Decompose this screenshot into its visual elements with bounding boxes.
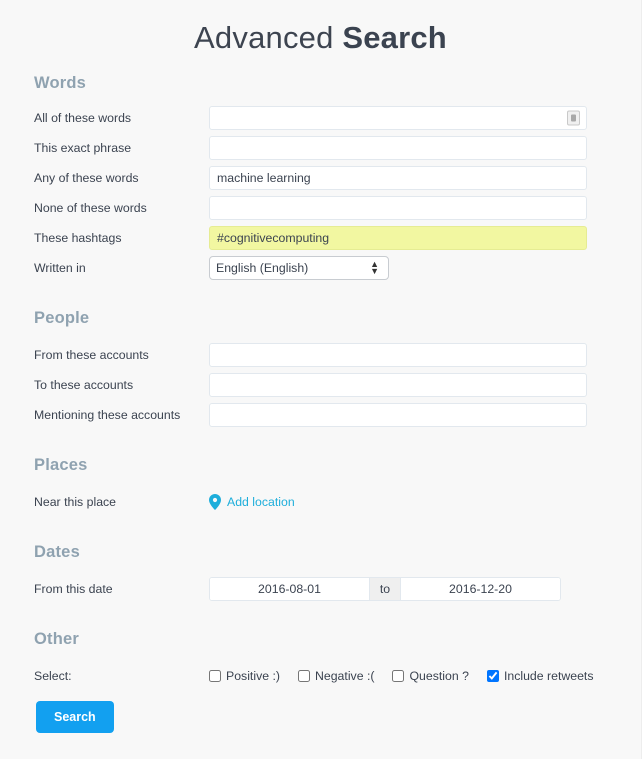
add-location-link[interactable]: Add location [209,494,295,510]
label-from-these-accounts: From these accounts [34,347,149,362]
map-pin-icon [209,494,221,510]
form-row-these-hashtags: These hashtags [34,223,641,253]
checkbox-negative[interactable]: Negative :( [298,669,374,683]
checkbox-include-retweets-input[interactable] [486,670,499,682]
form-row-from-this-date: From this date to [34,574,641,604]
form-row-select-filters: Select: Positive :) Negative :( Question… [34,661,641,691]
form-row-all-of-these-words: All of these words [34,103,641,133]
section-heading-places: Places [34,456,88,474]
label-all-of-these-words: All of these words [34,110,132,125]
section-heading-other: Other [34,630,80,648]
checkbox-question-input[interactable] [392,670,405,682]
input-this-exact-phrase[interactable] [209,136,587,160]
form-row-mentioning-these-accounts: Mentioning these accounts [34,400,641,430]
date-range-separator: to [369,578,401,600]
input-date-from[interactable] [210,578,369,600]
checkbox-question[interactable]: Question ? [392,669,469,683]
label-written-in: Written in [34,260,86,275]
checkbox-question-label: Question ? [409,669,469,683]
input-mentioning-these-accounts[interactable] [209,403,587,427]
checkbox-positive-input[interactable] [209,670,221,682]
advanced-search-page: Advanced Search Words All of these words… [0,0,642,759]
checkbox-include-retweets-label: Include retweets [503,669,594,683]
form-row-to-these-accounts: To these accounts [34,370,641,400]
search-button[interactable]: Search [36,701,114,733]
add-location-label: Add location [227,495,295,509]
label-mentioning-these-accounts: Mentioning these accounts [34,407,181,422]
label-near-this-place: Near this place [34,494,117,509]
checkbox-positive[interactable]: Positive :) [209,669,280,683]
section-heading-dates: Dates [34,543,80,561]
input-all-of-these-words[interactable] [209,106,587,130]
page-title-bold: Search [342,20,447,55]
label-to-these-accounts: To these accounts [34,377,134,392]
section-heading-people: People [34,309,90,327]
label-none-of-these-words: None of these words [34,200,147,215]
field-wrap-all-of-these-words [209,106,587,130]
label-select: Select: [34,668,72,683]
form-row-this-exact-phrase: This exact phrase [34,133,641,163]
checkbox-positive-label: Positive :) [226,669,280,683]
page-title-light: Advanced [194,20,343,55]
checkbox-negative-label: Negative :( [315,669,375,683]
form-row-near-this-place: Near this place Add location [34,487,641,517]
page-title: Advanced Search [0,0,641,56]
contact-card-icon[interactable] [567,110,580,126]
input-any-of-these-words[interactable] [209,166,587,190]
checkbox-group-other: Positive :) Negative :( Question ? Inclu… [209,669,594,683]
section-heading-words: Words [34,74,87,92]
input-date-until[interactable] [401,578,560,600]
form-row-from-these-accounts: From these accounts [34,340,641,370]
input-none-of-these-words[interactable] [209,196,587,220]
form-row-written-in: Written in English (English) ▲ ▼ [34,253,641,283]
input-to-these-accounts[interactable] [209,373,587,397]
label-these-hashtags: These hashtags [34,230,122,245]
form-row-none-of-these-words: None of these words [34,193,641,223]
label-this-exact-phrase: This exact phrase [34,140,132,155]
date-range-group: to [209,577,561,601]
select-language[interactable]: English (English) [209,256,389,280]
input-these-hashtags[interactable] [209,226,587,250]
label-any-of-these-words: Any of these words [34,170,139,185]
select-wrap-language: English (English) ▲ ▼ [209,256,389,280]
form-row-any-of-these-words: Any of these words [34,163,641,193]
checkbox-include-retweets[interactable]: Include retweets [486,669,594,683]
label-from-this-date: From this date [34,581,113,596]
input-from-these-accounts[interactable] [209,343,587,367]
checkbox-negative-input[interactable] [298,670,310,682]
